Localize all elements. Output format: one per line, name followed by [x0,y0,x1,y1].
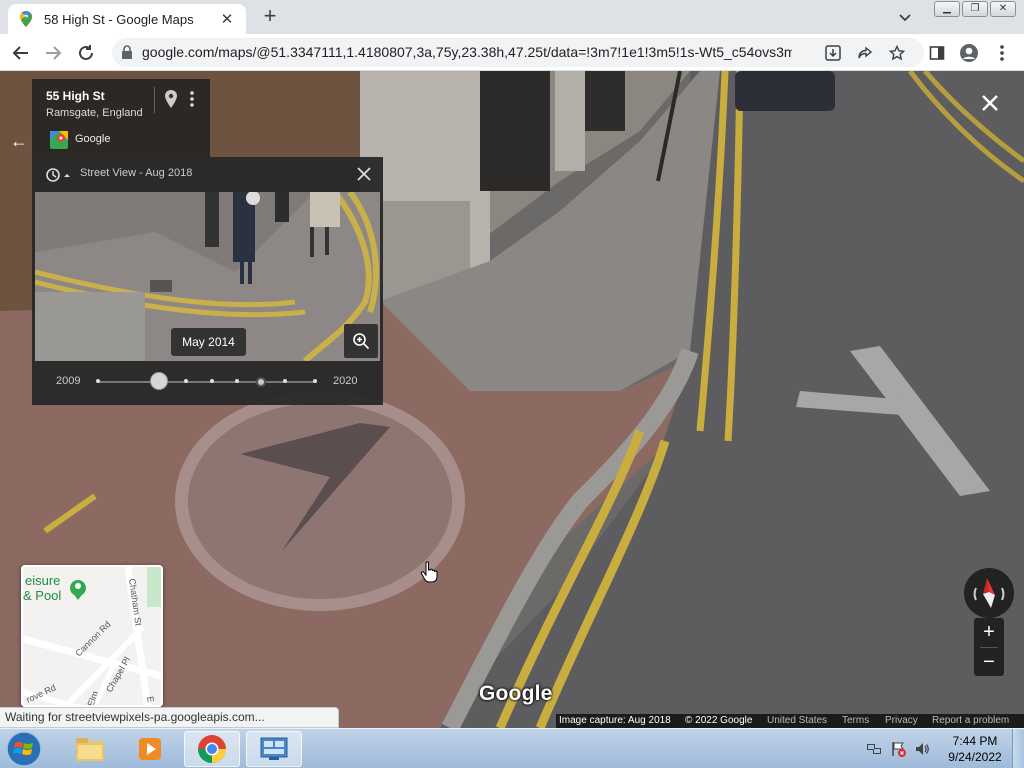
side-panel-icon [929,46,945,60]
zoom-in-button[interactable]: + [974,618,1004,646]
compass-button[interactable] [964,568,1014,618]
tab-strip: 58 High St - Google Maps ✕ + ▁ ❐ ✕ [0,0,1024,34]
reload-icon [79,45,93,60]
clock-date[interactable]: 9/24/2022 [944,750,1006,764]
windows-start-orb-icon [6,731,42,767]
compass-icon [973,578,1005,608]
google-maps-logo-icon [50,131,68,149]
address-card: 55 High St Ramsgate, England Google [32,79,210,157]
timeline-start-year: 2009 [56,375,81,387]
reload-button[interactable] [73,40,99,66]
minimize-button[interactable]: ▁ [934,1,960,17]
minimap-map: eisure & Pool Cannon Rd Chatham St Chape… [23,567,161,705]
more-options-icon[interactable] [187,89,197,109]
zoom-out-button[interactable]: − [974,648,1004,676]
selected-date-label: May 2014 [171,328,246,356]
attribution-bar: Image capture: Aug 2018 © 2022 Google Un… [556,714,1024,728]
timeline-stop[interactable] [313,379,317,383]
folder-icon [76,738,104,761]
media-player-icon [139,738,161,760]
back-to-map-icon[interactable]: ← [10,131,32,151]
taskbar-control-panel[interactable] [246,731,302,767]
timeline-stop[interactable] [235,379,239,383]
action-center-flag-icon[interactable] [890,741,906,757]
back-button[interactable] [8,40,34,66]
profile-button[interactable] [956,40,982,66]
minimap[interactable]: eisure & Pool Cannon Rd Chatham St Chape… [21,565,163,707]
network-icon[interactable] [866,741,882,757]
minimap-label-leisure: eisure [25,573,60,588]
clock-time[interactable]: 7:44 PM [950,734,1000,748]
close-street-view-icon[interactable] [978,91,1002,115]
report-problem-link[interactable]: Report a problem [932,715,1009,726]
timeline-end-year: 2020 [333,375,358,387]
chrome-icon [198,735,226,763]
timeline-stop[interactable] [283,379,287,383]
tab-google-maps[interactable]: 58 High St - Google Maps ✕ [8,4,246,34]
historical-imagery-preview[interactable]: May 2014 [35,192,380,361]
lock-icon[interactable] [120,45,134,59]
new-tab-button[interactable]: + [258,5,282,29]
chrome-menu-button[interactable] [989,40,1015,66]
privacy-link[interactable]: Privacy [885,715,918,726]
google-watermark: Google [479,682,553,705]
kebab-menu-icon [1000,45,1004,61]
install-app-icon[interactable] [823,43,843,63]
side-panel-button[interactable] [924,40,950,66]
windows-taskbar: 7:44 PM 9/24/2022 [0,728,1024,768]
show-desktop-button[interactable] [1012,729,1024,768]
address-title: 55 High St [46,89,105,103]
terms-link[interactable]: Terms [842,715,869,726]
street-view-canvas[interactable]: ← 55 High St Ramsgate, England Google St… [0,71,1024,728]
timeline-slider-thumb[interactable] [150,372,168,390]
card-divider [154,87,155,113]
bookmark-star-icon[interactable] [887,43,907,63]
time-travel-panel: Street View - Aug 2018 May 2014 2009 202… [32,157,383,405]
taskbar-chrome[interactable] [184,731,240,767]
forward-button[interactable] [40,40,66,66]
copyright-text: © 2022 Google [685,715,753,726]
tab-title: 58 High St - Google Maps [44,11,194,27]
volume-icon[interactable] [914,741,930,757]
timeline-current-stop[interactable] [256,377,266,387]
zoom-in-magnifier-icon [353,333,370,350]
tab-close-icon[interactable]: ✕ [218,10,236,28]
window-controls: ▁ ❐ ✕ [934,1,1016,17]
url-text[interactable]: google.com/maps/@51.3347111,1.4180807,3a… [142,44,792,60]
image-capture-date: Image capture: Aug 2018 [559,715,671,726]
provider-label: Google [75,133,111,145]
close-time-travel-icon[interactable] [354,164,374,184]
taskbar-media-player[interactable] [122,731,178,767]
back-arrow-icon [12,46,28,60]
profile-avatar-icon [960,44,978,62]
timeline-stop[interactable] [96,379,100,383]
status-bubble: Waiting for streetviewpixels-pa.googleap… [0,707,339,728]
tab-search-chevron-icon[interactable] [895,8,915,28]
forward-arrow-icon [46,46,62,60]
address-bar[interactable]: google.com/maps/@51.3347111,1.4180807,3a… [112,38,924,67]
close-window-button[interactable]: ✕ [990,1,1016,17]
taskbar-explorer[interactable] [62,731,118,767]
history-clock-icon[interactable] [44,165,72,185]
browser-toolbar: google.com/maps/@51.3347111,1.4180807,3a… [0,34,1024,71]
screen: 58 High St - Google Maps ✕ + ▁ ❐ ✕ googl… [0,0,1024,768]
start-button[interactable] [4,730,46,768]
region-link[interactable]: United States [767,715,827,726]
preview-zoom-button[interactable] [344,324,378,358]
address-subtitle: Ramsgate, England [46,107,143,119]
control-panel-icon [260,737,288,760]
timeline-stop[interactable] [184,379,188,383]
time-travel-header: Street View - Aug 2018 [80,167,193,179]
maps-favicon-icon [18,11,34,27]
timeline-stop[interactable] [210,379,214,383]
restore-button[interactable]: ❐ [962,1,988,17]
map-pin-icon[interactable] [163,89,179,109]
hand-cursor-icon [420,561,438,583]
share-icon[interactable] [855,43,875,63]
minimap-label-pool: & Pool [23,588,61,603]
zoom-control: + − [974,618,1004,676]
